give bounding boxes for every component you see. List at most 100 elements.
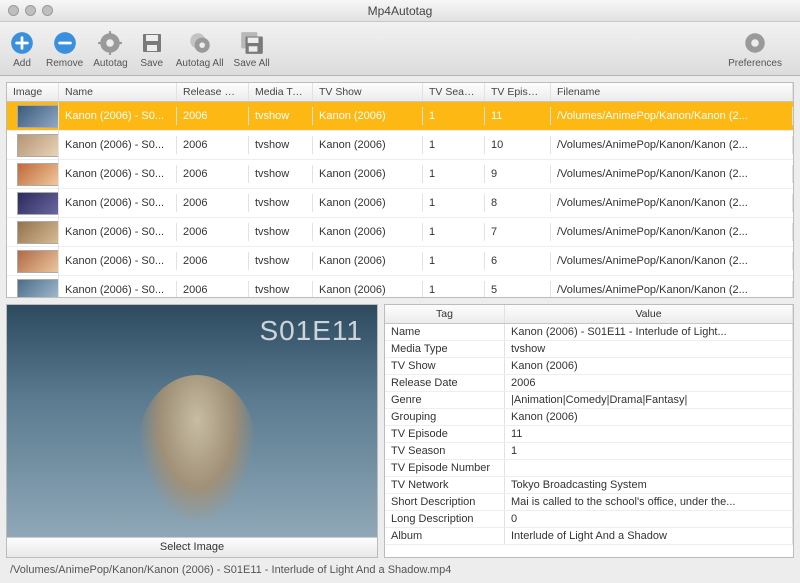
tag-row[interactable]: NameKanon (2006) - S01E11 - Interlude of… bbox=[385, 324, 793, 341]
cell-name: Kanon (2006) - S0... bbox=[59, 223, 177, 241]
tag-body[interactable]: NameKanon (2006) - S01E11 - Interlude of… bbox=[385, 324, 793, 557]
table-row[interactable]: Kanon (2006) - S0...2006tvshowKanon (200… bbox=[7, 160, 793, 189]
tag-value[interactable]: 11 bbox=[505, 426, 793, 442]
cell-filename: /Volumes/AnimePop/Kanon/Kanon (2... bbox=[551, 194, 793, 212]
floppy-icon bbox=[138, 29, 166, 57]
save-all-button[interactable]: Save All bbox=[234, 29, 270, 69]
tag-row[interactable]: TV Season1 bbox=[385, 443, 793, 460]
col-filename[interactable]: Filename bbox=[551, 83, 793, 101]
tag-row[interactable]: TV Episode11 bbox=[385, 426, 793, 443]
minimize-window-icon[interactable] bbox=[25, 5, 36, 16]
thumbnail bbox=[17, 279, 59, 298]
tag-row[interactable]: TV ShowKanon (2006) bbox=[385, 358, 793, 375]
tag-name: TV Episode Number bbox=[385, 460, 505, 476]
save-all-label: Save All bbox=[234, 58, 270, 69]
tag-row[interactable]: Release Date2006 bbox=[385, 375, 793, 392]
zoom-window-icon[interactable] bbox=[42, 5, 53, 16]
tag-row[interactable]: TV Episode Number bbox=[385, 460, 793, 477]
preferences-button[interactable]: Preferences bbox=[728, 29, 782, 69]
cell-season: 1 bbox=[423, 194, 485, 212]
select-image-button[interactable]: Select Image bbox=[7, 537, 377, 557]
cell-release: 2006 bbox=[177, 165, 249, 183]
toolbar: Add Remove Autotag Save Autotag All Save… bbox=[0, 22, 800, 76]
tag-row[interactable]: Short DescriptionMai is called to the sc… bbox=[385, 494, 793, 511]
status-bar: /Volumes/AnimePop/Kanon/Kanon (2006) - S… bbox=[0, 560, 800, 580]
preferences-gear-icon bbox=[741, 29, 769, 57]
cell-episode: 7 bbox=[485, 223, 551, 241]
tag-row[interactable]: TV NetworkTokyo Broadcasting System bbox=[385, 477, 793, 494]
cell-image bbox=[7, 160, 59, 189]
col-value[interactable]: Value bbox=[505, 305, 793, 323]
cell-filename: /Volumes/AnimePop/Kanon/Kanon (2... bbox=[551, 165, 793, 183]
cell-name: Kanon (2006) - S0... bbox=[59, 107, 177, 125]
cell-episode: 5 bbox=[485, 281, 551, 297]
tag-value[interactable]: Kanon (2006) bbox=[505, 409, 793, 425]
table-row[interactable]: Kanon (2006) - S0...2006tvshowKanon (200… bbox=[7, 189, 793, 218]
tag-value[interactable]: Interlude of Light And a Shadow bbox=[505, 528, 793, 544]
table-row[interactable]: Kanon (2006) - S0...2006tvshowKanon (200… bbox=[7, 276, 793, 297]
add-button[interactable]: Add bbox=[8, 29, 36, 69]
gear-multi-icon bbox=[186, 29, 214, 57]
titlebar: Mp4Autotag bbox=[0, 0, 800, 22]
tag-value[interactable]: Kanon (2006) - S01E11 - Interlude of Lig… bbox=[505, 324, 793, 340]
tag-name: Genre bbox=[385, 392, 505, 408]
tag-value[interactable]: tvshow bbox=[505, 341, 793, 357]
cell-image bbox=[7, 131, 59, 160]
table-row[interactable]: Kanon (2006) - S0...2006tvshowKanon (200… bbox=[7, 247, 793, 276]
cell-season: 1 bbox=[423, 107, 485, 125]
save-label: Save bbox=[140, 58, 163, 69]
col-tv-show[interactable]: TV Show bbox=[313, 83, 423, 101]
cell-media-type: tvshow bbox=[249, 194, 313, 212]
cell-episode: 10 bbox=[485, 136, 551, 154]
tag-value[interactable]: 2006 bbox=[505, 375, 793, 391]
autotag-button[interactable]: Autotag bbox=[93, 29, 127, 69]
floppy-multi-icon bbox=[238, 29, 266, 57]
col-tv-episode[interactable]: TV Episode bbox=[485, 83, 551, 101]
cell-image bbox=[7, 189, 59, 218]
col-name[interactable]: Name bbox=[59, 83, 177, 101]
col-tag[interactable]: Tag bbox=[385, 305, 505, 323]
cell-show: Kanon (2006) bbox=[313, 252, 423, 270]
tag-row[interactable]: GroupingKanon (2006) bbox=[385, 409, 793, 426]
tag-name: Media Type bbox=[385, 341, 505, 357]
cell-release: 2006 bbox=[177, 107, 249, 125]
tag-name: Long Description bbox=[385, 511, 505, 527]
table-row[interactable]: Kanon (2006) - S0...2006tvshowKanon (200… bbox=[7, 218, 793, 247]
tag-value[interactable] bbox=[505, 460, 793, 476]
cell-episode: 8 bbox=[485, 194, 551, 212]
tag-row[interactable]: AlbumInterlude of Light And a Shadow bbox=[385, 528, 793, 545]
tag-name: TV Episode bbox=[385, 426, 505, 442]
cell-episode: 11 bbox=[485, 107, 551, 125]
tag-row[interactable]: Genre|Animation|Comedy|Drama|Fantasy| bbox=[385, 392, 793, 409]
tag-name: Grouping bbox=[385, 409, 505, 425]
col-image[interactable]: Image bbox=[7, 83, 59, 101]
cell-episode: 6 bbox=[485, 252, 551, 270]
tag-value[interactable]: Mai is called to the school's office, un… bbox=[505, 494, 793, 510]
table-body[interactable]: Kanon (2006) - S0...2006tvshowKanon (200… bbox=[7, 102, 793, 297]
tag-value[interactable]: Tokyo Broadcasting System bbox=[505, 477, 793, 493]
autotag-all-button[interactable]: Autotag All bbox=[176, 29, 224, 69]
cell-show: Kanon (2006) bbox=[313, 165, 423, 183]
close-window-icon[interactable] bbox=[8, 5, 19, 16]
col-release-date[interactable]: Release Date bbox=[177, 83, 249, 101]
col-tv-season[interactable]: TV Season bbox=[423, 83, 485, 101]
tag-value[interactable]: |Animation|Comedy|Drama|Fantasy| bbox=[505, 392, 793, 408]
tag-value[interactable]: 0 bbox=[505, 511, 793, 527]
cell-image bbox=[7, 247, 59, 276]
save-button[interactable]: Save bbox=[138, 29, 166, 69]
cell-release: 2006 bbox=[177, 281, 249, 297]
tag-value[interactable]: Kanon (2006) bbox=[505, 358, 793, 374]
tag-row[interactable]: Media Typetvshow bbox=[385, 341, 793, 358]
cell-season: 1 bbox=[423, 281, 485, 297]
table-row[interactable]: Kanon (2006) - S0...2006tvshowKanon (200… bbox=[7, 131, 793, 160]
preview-image[interactable]: S01E11 bbox=[7, 305, 377, 537]
tag-value[interactable]: 1 bbox=[505, 443, 793, 459]
cell-media-type: tvshow bbox=[249, 107, 313, 125]
thumbnail bbox=[17, 105, 59, 128]
file-table: Image Name Release Date Media Type TV Sh… bbox=[6, 82, 794, 298]
autotag-label: Autotag bbox=[93, 58, 127, 69]
col-media-type[interactable]: Media Type bbox=[249, 83, 313, 101]
remove-button[interactable]: Remove bbox=[46, 29, 83, 69]
table-row[interactable]: Kanon (2006) - S0...2006tvshowKanon (200… bbox=[7, 102, 793, 131]
tag-row[interactable]: Long Description0 bbox=[385, 511, 793, 528]
